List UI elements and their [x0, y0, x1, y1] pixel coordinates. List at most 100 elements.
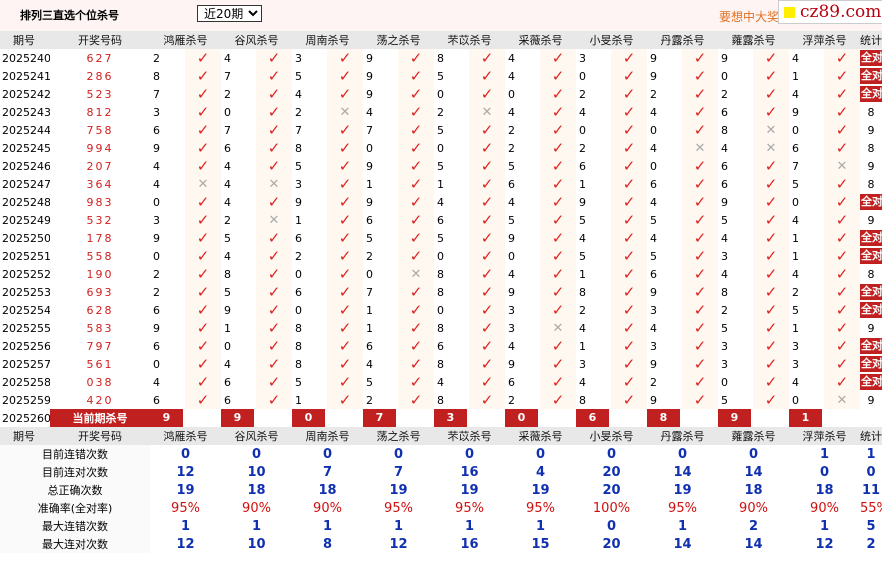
result-cell: ✓ [540, 85, 576, 103]
result-cell: ✓ [824, 49, 860, 67]
result-cell: ✓ [540, 121, 576, 139]
kill-number-cell: 1 [224, 321, 231, 335]
kill-number-cell: 9 [650, 357, 657, 371]
kill-number-cell: 7 [295, 123, 302, 137]
kill-number-cell: 0 [437, 303, 444, 317]
result-cell: ✓ [398, 301, 434, 319]
result-cell: ✓ [327, 67, 363, 85]
kill-number-cell: 8 [721, 285, 728, 299]
check-mark-icon: ✓ [409, 139, 423, 157]
kill-number-cell: 0 [650, 159, 657, 173]
result-cell: ✓ [469, 193, 505, 211]
kill-number-cell: 0 [153, 249, 160, 263]
result-cell: ✓ [611, 67, 647, 85]
kill-number-cell: 4 [721, 141, 728, 155]
table-row: 2025258 038 4 ✓ 6 ✓ 5 ✓ 5 ✓ 4 ✓ 6 ✓ 4 ✓ 2 ✓ 0 ✓ 4 ✓ 全对 [0, 373, 882, 391]
result-cell: ✓ [327, 121, 363, 139]
check-mark-icon: ✓ [480, 373, 494, 391]
kill-number-cell: 1 [295, 213, 302, 227]
kill-number-cell: 4 [508, 195, 515, 209]
stat-row: 目前连对次数 12 10 7 7 16 4 20 14 14 0 0 [0, 463, 882, 481]
kill-number-cell: 6 [650, 177, 657, 191]
table-row: 2025250 178 9 ✓ 5 ✓ 6 ✓ 5 ✓ 5 ✓ 9 ✓ 4 ✓ 4 ✓ 4 ✓ 1 ✓ 全对 [0, 229, 882, 247]
kill-number-cell: 0 [366, 267, 373, 281]
check-mark-icon: ✓ [551, 337, 565, 355]
kill-number-cell: 3 [721, 249, 728, 263]
check-mark-icon: ✓ [551, 301, 565, 319]
result-cell: ✓ [256, 103, 292, 121]
table-header-row: 期号 开奖号码 鸿雁杀号 谷风杀号 周南杀号 荡之杀号 芣苡杀号 采薇杀号 小旻杀号 丹露杀号 蕹露… [0, 427, 882, 445]
result-cell: ✓ [682, 103, 718, 121]
page-title: 排列三直选个位杀号 [20, 9, 119, 22]
result-cell: ✓ [753, 193, 789, 211]
draw-number-cell: 420 [86, 393, 114, 407]
check-mark-icon: ✓ [693, 49, 707, 67]
check-mark-icon: ✓ [480, 247, 494, 265]
check-mark-icon: ✓ [409, 175, 423, 193]
stat-total: 2 [866, 536, 876, 552]
logo[interactable]: cz89.com [778, 0, 882, 24]
check-mark-icon: ✓ [480, 193, 494, 211]
kill-number-cell: 0 [792, 123, 799, 137]
check-mark-icon: ✓ [480, 67, 494, 85]
total-cell: 9 [867, 213, 875, 227]
result-cell: ✓ [682, 85, 718, 103]
col-header-killer: 蕹露杀号 [718, 427, 789, 445]
kill-number-cell: 5 [579, 213, 586, 227]
result-cell: ✓ [682, 121, 718, 139]
result-cell: ✓ [611, 157, 647, 175]
kill-number-cell: 5 [295, 375, 302, 389]
current-kill-cell: 8 [647, 409, 718, 427]
current-kill-number: 9 [150, 409, 183, 427]
stat-value: 1 [464, 518, 475, 534]
period-select[interactable]: 近20期 [197, 5, 262, 22]
all-correct-badge: 全对 [860, 86, 882, 102]
check-mark-icon: ✓ [693, 175, 707, 193]
kill-number-cell: 8 [437, 393, 444, 407]
result-cell: ✕ [824, 157, 860, 175]
draw-number-cell: 627 [86, 51, 114, 65]
kill-number-cell: 0 [295, 267, 302, 281]
kill-number-cell: 4 [153, 159, 160, 173]
result-cell: ✓ [185, 49, 221, 67]
kill-number-cell: 3 [579, 51, 586, 65]
check-mark-icon: ✓ [267, 157, 281, 175]
check-mark-icon: ✓ [196, 355, 210, 373]
check-mark-icon: ✓ [622, 301, 636, 319]
current-kill-cell: 0 [505, 409, 576, 427]
check-mark-icon: ✓ [338, 139, 352, 157]
result-cell: ✓ [540, 49, 576, 67]
kill-number-cell: 4 [508, 69, 515, 83]
promo-text[interactable]: 要想中大奖 [719, 8, 779, 25]
result-cell: ✓ [256, 121, 292, 139]
check-mark-icon: ✓ [267, 103, 281, 121]
all-correct-badge: 全对 [860, 194, 882, 210]
stat-value: 7 [322, 464, 333, 480]
kill-number-cell: 5 [508, 213, 515, 227]
check-mark-icon: ✓ [764, 67, 778, 85]
col-header-killer: 采薇杀号 [505, 31, 576, 49]
kill-number-cell: 9 [153, 321, 160, 335]
kill-number-cell: 5 [295, 69, 302, 83]
check-mark-icon: ✓ [196, 193, 210, 211]
kill-number-cell: 9 [650, 69, 657, 83]
result-cell: ✓ [611, 193, 647, 211]
check-mark-icon: ✓ [480, 337, 494, 355]
col-header-killer: 丹露杀号 [647, 427, 718, 445]
kill-number-cell: 4 [792, 267, 799, 281]
stat-value: 1 [535, 518, 546, 534]
col-header-killer: 丹露杀号 [647, 31, 718, 49]
result-cell: ✓ [185, 121, 221, 139]
check-mark-icon: ✓ [693, 85, 707, 103]
kill-number-cell: 2 [508, 393, 515, 407]
result-cell: ✓ [327, 157, 363, 175]
result-cell: ✓ [469, 85, 505, 103]
result-cell: ✓ [682, 265, 718, 283]
draw-number-cell: 693 [86, 285, 114, 299]
kill-number-cell: 1 [792, 249, 799, 263]
result-cell: ✕ [185, 175, 221, 193]
col-header-killer: 浮萍杀号 [789, 31, 860, 49]
col-header-killer: 谷风杀号 [221, 427, 292, 445]
result-cell: ✓ [611, 247, 647, 265]
kill-number-cell: 2 [153, 51, 160, 65]
